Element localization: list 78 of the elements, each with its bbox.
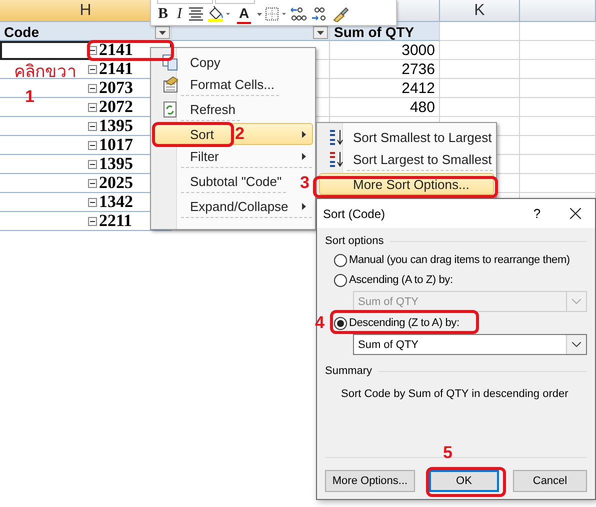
collapse-icon[interactable] (88, 140, 97, 150)
sort-descending-icon (328, 150, 344, 168)
submenu-arrow-icon (302, 202, 306, 210)
radio-option[interactable]: Descending (Z to A) by: (334, 316, 460, 330)
menu-item[interactable]: Format Cells... (153, 73, 280, 98)
ok-button[interactable]: OK (429, 470, 499, 492)
collapse-icon[interactable] (88, 84, 97, 92)
collapse-icon[interactable] (88, 102, 97, 112)
help-button[interactable]: ? (519, 206, 555, 221)
paintbrush-icon[interactable] (332, 6, 350, 22)
table-cell: 3000 (330, 41, 440, 60)
row-label: 2141 (99, 60, 133, 78)
collapse-icon[interactable] (88, 178, 97, 188)
radio-button[interactable] (334, 316, 347, 330)
filter-dropdown-button[interactable] (313, 26, 328, 39)
menu-item[interactable]: Expand/Collapse (153, 195, 313, 220)
collapse-icon[interactable] (88, 198, 97, 206)
row-label: 2141 (99, 41, 133, 59)
menu-item[interactable]: Filter (153, 145, 313, 170)
pivot-header: Code (4, 25, 39, 39)
menu-item[interactable]: Copy (153, 51, 226, 73)
refresh-icon (162, 100, 178, 118)
center-align-icon[interactable] (188, 7, 204, 21)
row-label: 2211 (99, 212, 132, 230)
step-number: 5 (443, 444, 452, 461)
row-label: 1342 (99, 193, 133, 211)
italic-button[interactable]: I (174, 4, 186, 24)
menu-item[interactable]: Sort Largest to Smallest (319, 148, 494, 173)
sort-field-dropdown[interactable]: Sum of QTY (353, 334, 587, 355)
step-number: 2 (235, 125, 244, 142)
row-label: 1395 (99, 155, 133, 173)
step-number: 3 (300, 174, 310, 191)
pivot-header: Sum of QTY (334, 25, 414, 39)
menu-item[interactable]: Refresh (153, 98, 241, 123)
copy-icon (162, 54, 178, 70)
table-cell: 2736 (330, 60, 440, 79)
radio-option[interactable]: Ascending (A to Z) by: (334, 274, 453, 286)
sort-ascending-icon (328, 128, 344, 146)
row-label: 1395 (99, 117, 133, 135)
table-cell: 480 (330, 98, 440, 117)
font-color-button[interactable]: A (234, 4, 254, 24)
chevron-down-icon (572, 299, 581, 304)
dropdown-arrow-icon (317, 30, 324, 34)
radio-button[interactable] (334, 274, 347, 286)
menu-item[interactable]: Subtotal "Code" (153, 170, 287, 195)
radio-button[interactable] (334, 254, 347, 266)
chevron-down-icon (572, 342, 581, 347)
dropdown-arrow-icon[interactable] (257, 12, 262, 16)
submenu-arrow-icon (302, 152, 306, 160)
row-label: 2025 (99, 174, 133, 192)
close-icon (570, 208, 580, 219)
menu-item[interactable]: Sort Smallest to Largest (319, 126, 494, 148)
collapse-icon[interactable] (88, 122, 97, 130)
increase-decimal-icon[interactable] (290, 6, 308, 22)
annotation-note: คลิกขวา (14, 64, 77, 81)
table-cell: 2412 (330, 79, 440, 98)
group-label: Sort options (325, 235, 384, 247)
collapse-icon[interactable] (88, 216, 97, 226)
format-cells-icon (162, 76, 178, 92)
row-label: 2073 (99, 79, 133, 97)
step-number: 1 (25, 88, 34, 105)
radio-option[interactable]: Manual (you can drag items to rearrange them) (334, 254, 570, 266)
column-header[interactable]: K (440, 0, 520, 22)
filter-dropdown-button[interactable] (155, 26, 170, 39)
cancel-button[interactable]: Cancel (513, 470, 587, 492)
collapse-icon[interactable] (88, 64, 97, 74)
collapse-icon[interactable] (88, 160, 97, 168)
bold-button[interactable]: B (155, 4, 172, 24)
fill-color-icon[interactable] (207, 6, 232, 22)
borders-icon[interactable] (265, 7, 288, 21)
group-label: Summary (325, 365, 372, 377)
row-label: 2072 (99, 98, 133, 116)
row-label: 1017 (99, 136, 133, 154)
dialog-title: Sort (Code) (323, 206, 386, 220)
summary-text: Sort Code by Sum of QTY in descending order (341, 388, 570, 400)
more-options-button[interactable]: More Options... (325, 470, 415, 492)
submenu-arrow-icon (302, 130, 306, 138)
dropdown-arrow-icon (159, 30, 166, 34)
